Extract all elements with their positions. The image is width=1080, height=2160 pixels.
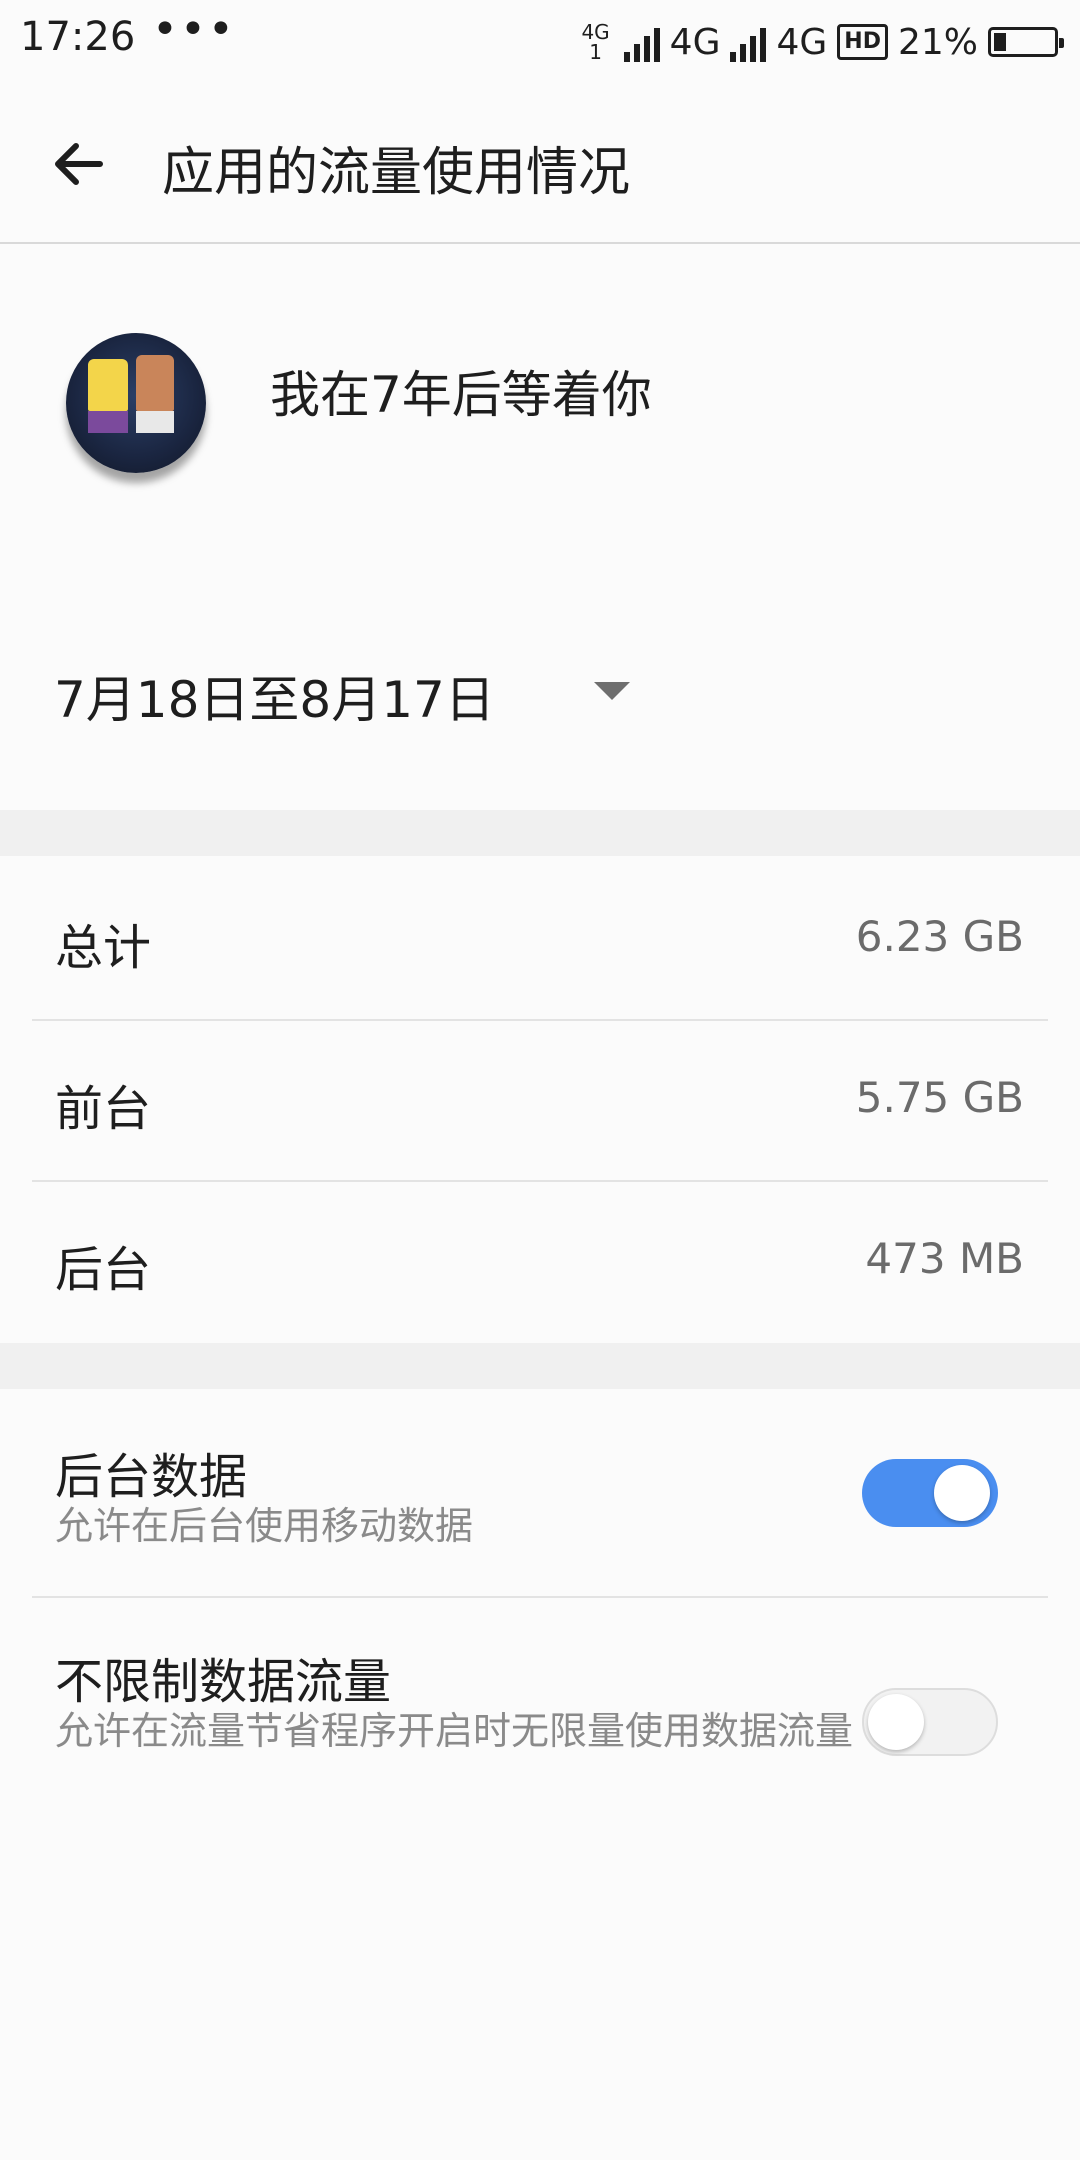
arrow-left-icon[interactable] [48,134,108,194]
page-title: 应用的流量使用情况 [162,143,631,203]
section-divider [0,1343,1080,1389]
usage-value: 473 MB [865,1234,1024,1283]
setting-title: 后台数据 [55,1449,248,1505]
usage-label: 总计 [55,920,152,976]
setting-background-data[interactable]: 后台数据 允许在后台使用移动数据 [0,1389,1080,1595]
setting-subtitle: 允许在流量节省程序开启时无限量使用数据流量 [55,1709,854,1753]
battery-fill [994,33,1006,51]
usage-row-foreground: 前台 5.75 GB [0,1021,1080,1181]
app-bar: 应用的流量使用情况 [0,84,1080,244]
toggle-knob [868,1694,924,1750]
volte-indicator: 4G 1 [581,22,609,62]
status-bar: 17:26 ••• 4G 1 4G 4G HD 21% [0,0,1080,84]
volte-label: 4G [581,20,610,44]
setting-subtitle: 允许在后台使用移动数据 [55,1504,474,1548]
app-icon [66,333,206,473]
usage-row-total: 总计 6.23 GB [0,860,1080,1020]
date-range-selector[interactable]: 7月18日至8月17日 [54,660,495,732]
setting-title: 不限制数据流量 [55,1654,392,1710]
notification-dots-icon: ••• [152,4,236,55]
status-indicators: 4G 1 4G 4G HD 21% [581,14,1064,70]
app-name: 我在7年后等着你 [270,366,652,424]
volte-sublabel: 1 [589,40,602,64]
usage-label: 后台 [55,1242,152,1298]
hd-icon: HD [837,24,888,60]
toggle-knob [934,1465,990,1521]
section-divider [0,810,1080,856]
dropdown-triangle-icon[interactable] [594,682,630,700]
signal-icon-2 [730,22,767,62]
usage-value: 5.75 GB [855,1073,1024,1122]
battery-icon [988,27,1064,57]
status-time: 17:26 [20,14,136,60]
usage-value: 6.23 GB [855,912,1024,961]
network-type-label-2: 4G [776,21,828,63]
usage-label: 前台 [55,1081,152,1137]
setting-unrestricted-data[interactable]: 不限制数据流量 允许在流量节省程序开启时无限量使用数据流量 [0,1598,1080,1838]
background-data-toggle[interactable] [862,1459,998,1527]
network-type-label: 4G [669,21,721,63]
unrestricted-data-toggle[interactable] [862,1688,998,1756]
signal-icon [623,22,660,62]
usage-row-background: 后台 473 MB [0,1182,1080,1342]
battery-percent: 21% [897,21,978,63]
